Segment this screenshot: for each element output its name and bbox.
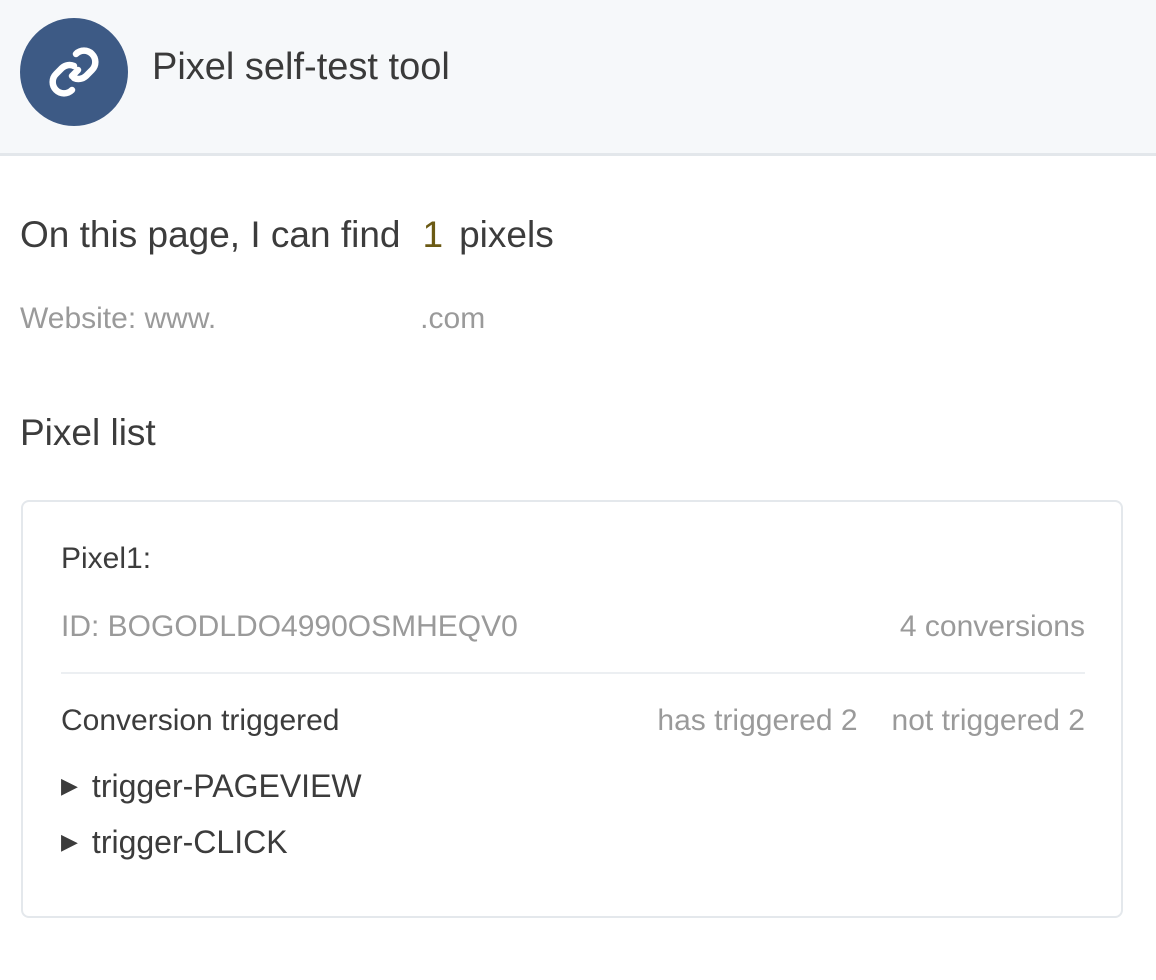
pixel-link-logo-icon [20,18,128,126]
app-title: Pixel self-test tool [152,46,450,88]
pixel-id: ID: BOGODLDO4990OSMHEQV0 [61,610,518,643]
pixel-count: 1 [422,214,444,255]
website-line: Website: www. .com [20,300,485,338]
not-triggered-count: not triggered 2 [891,704,1085,737]
pixel-card: Pixel1: ID: BOGODLDO4990OSMHEQV0 4 conve… [21,500,1123,918]
website-suffix: .com [420,302,486,335]
pixel-count-summary: On this page, I can find 1 pixels [20,212,554,258]
caret-right-icon: ▶ [61,829,78,854]
trigger-label: trigger-PAGEVIEW [91,768,362,804]
pixel-conversions-count: 4 conversions [899,610,1085,643]
caret-right-icon: ▶ [61,773,78,798]
trigger-item-pageview[interactable]: ▶ trigger-PAGEVIEW [61,766,362,806]
website-prefix: Website: www. [20,302,217,335]
app-header: Pixel self-test tool [0,0,1156,156]
pixel-name: Pixel1: [61,542,152,575]
trigger-item-click[interactable]: ▶ trigger-CLICK [61,822,288,862]
summary-suffix: pixels [459,214,554,255]
card-divider [61,672,1085,674]
conversion-triggered-label: Conversion triggered [61,704,340,737]
trigger-label: trigger-CLICK [91,824,288,860]
summary-prefix: On this page, I can find [20,214,401,255]
conversion-stats: has triggered 2 not triggered 2 [657,702,1085,740]
has-triggered-count: has triggered 2 [657,704,858,737]
link-icon [49,47,99,97]
pixel-list-title: Pixel list [20,412,156,453]
